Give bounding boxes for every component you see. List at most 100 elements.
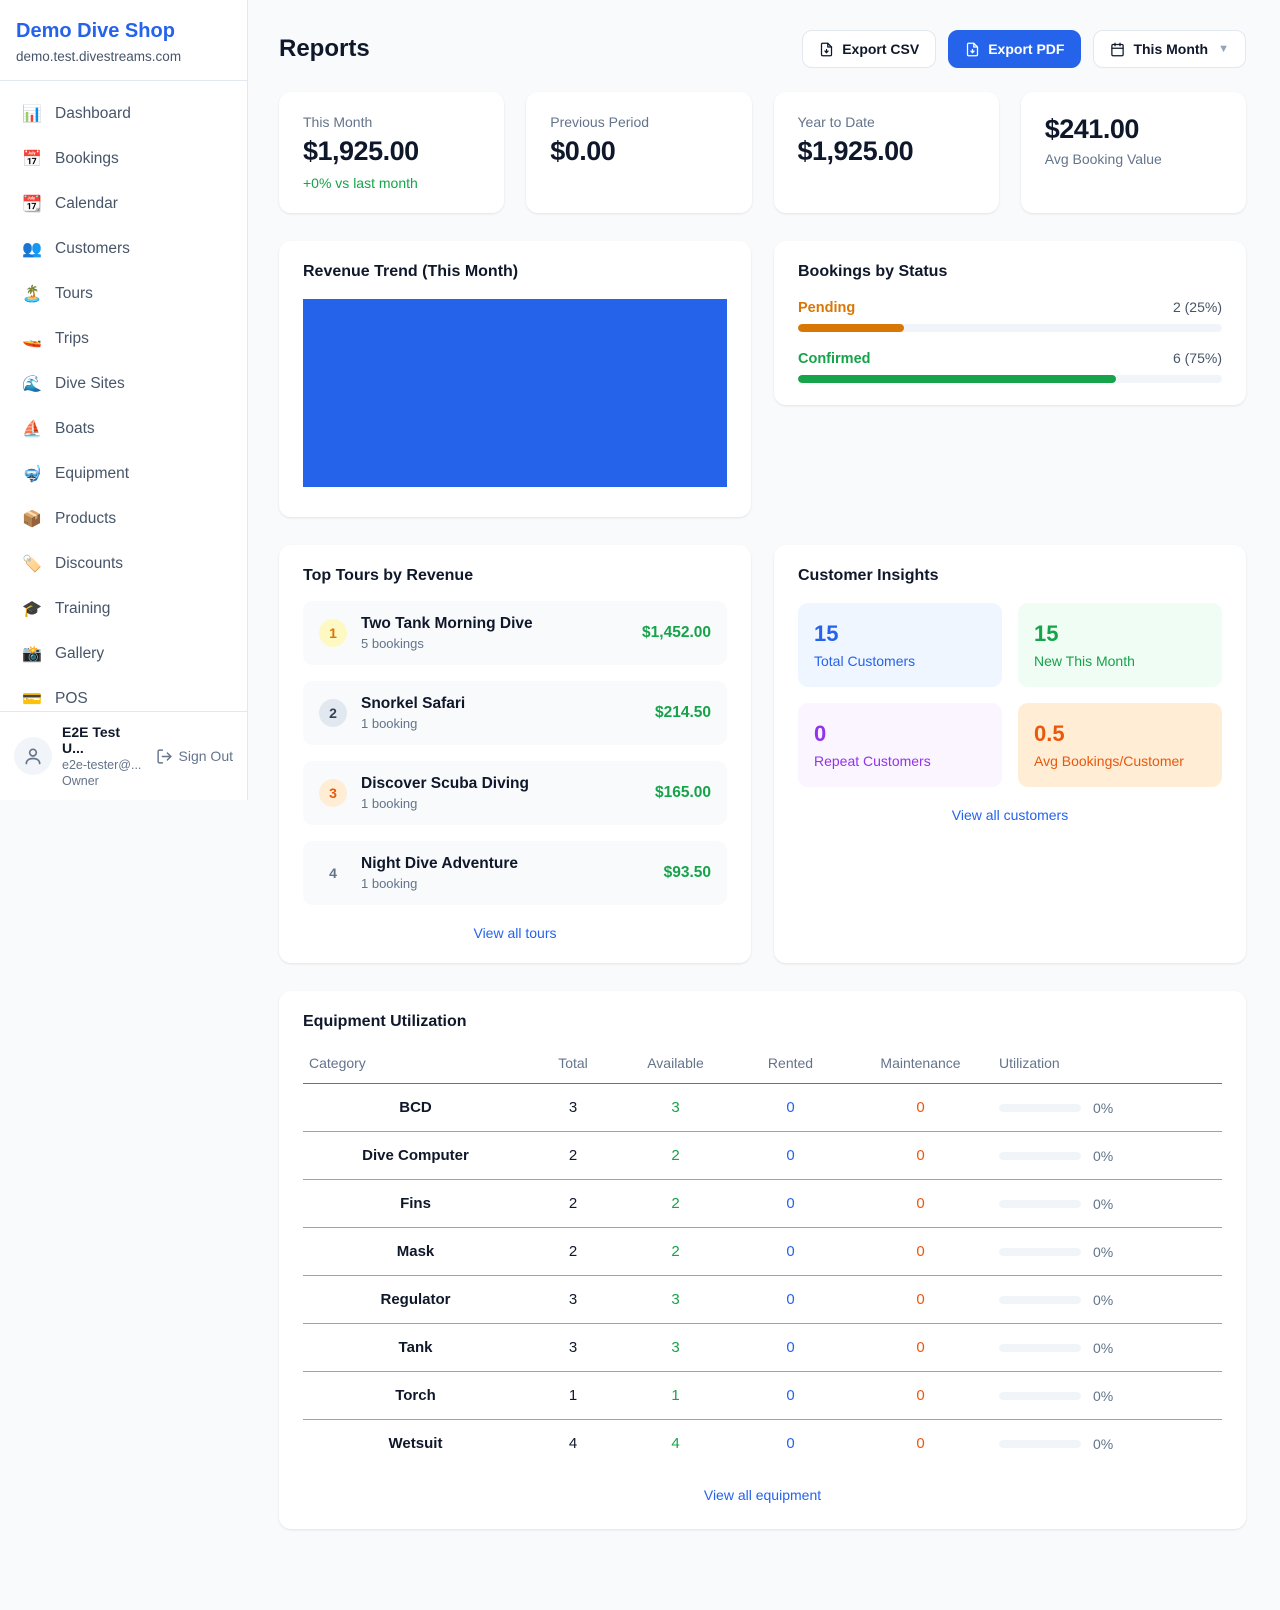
table-row: Fins 2 2 0 0 0%	[303, 1180, 1222, 1228]
utilization-bar-track	[999, 1392, 1081, 1400]
sidebar-item-customers[interactable]: 👥 Customers	[12, 230, 235, 268]
utilization-percent: 0%	[1093, 1244, 1113, 1260]
table-row: Torch 1 1 0 0 0%	[303, 1372, 1222, 1420]
sidebar-item-pos[interactable]: 💳 POS	[12, 680, 235, 711]
cell-category: Mask	[303, 1228, 528, 1276]
equipment-utilization-card: Equipment Utilization Category Total Ava…	[279, 991, 1246, 1529]
sidebar-item-gallery[interactable]: 📸 Gallery	[12, 635, 235, 673]
export-csv-button[interactable]: Export CSV	[802, 30, 936, 68]
tour-row: 3 Discover Scuba Diving 1 booking $165.0…	[303, 761, 727, 825]
col-available: Available	[618, 1047, 733, 1084]
bookings-by-status-card: Bookings by Status Pending 2 (25%) Confi…	[774, 241, 1246, 405]
sidebar-item-trips[interactable]: 🚤 Trips	[12, 320, 235, 358]
cell-rented: 0	[733, 1180, 848, 1228]
shop-domain: demo.test.divestreams.com	[16, 49, 231, 64]
sidebar-item-dashboard[interactable]: 📊 Dashboard	[12, 95, 235, 133]
wave-icon: 🌊	[22, 374, 42, 394]
sidebar-item-label: Tours	[55, 285, 93, 303]
utilization-bar-track	[999, 1200, 1081, 1208]
insight-value: 0	[814, 721, 986, 747]
cell-rented: 0	[733, 1420, 848, 1468]
calendar-outline-icon	[1110, 42, 1125, 57]
insight-value: 15	[814, 621, 986, 647]
stat-card-previous-period: Previous Period $0.00	[526, 92, 751, 213]
sidebar-item-equipment[interactable]: 🤿 Equipment	[12, 455, 235, 493]
stat-card-this-month: This Month $1,925.00 +0% vs last month	[279, 92, 504, 213]
cell-total: 2	[528, 1132, 618, 1180]
cell-maintenance: 0	[848, 1372, 993, 1420]
user-role: Owner	[62, 774, 146, 788]
insight-value: 15	[1034, 621, 1206, 647]
view-all-tours-link[interactable]: View all tours	[303, 925, 727, 941]
sidebar-item-label: Dashboard	[55, 105, 131, 123]
chevron-down-icon: ▼	[1218, 43, 1229, 55]
sidebar-item-discounts[interactable]: 🏷️ Discounts	[12, 545, 235, 583]
cell-category: Wetsuit	[303, 1420, 528, 1468]
insight-label: Repeat Customers	[814, 753, 986, 769]
stat-label: Avg Booking Value	[1045, 151, 1222, 167]
sidebar-item-tours[interactable]: 🏝️ Tours	[12, 275, 235, 313]
customer-insights-card: Customer Insights 15 Total Customers 15 …	[774, 545, 1246, 963]
view-all-equipment-link[interactable]: View all equipment	[303, 1487, 1222, 1503]
period-dropdown[interactable]: This Month ▼	[1093, 30, 1246, 68]
cell-total: 3	[528, 1324, 618, 1372]
status-bar-track	[798, 375, 1222, 383]
page-title: Reports	[279, 35, 370, 63]
insight-repeat-customers: 0 Repeat Customers	[798, 703, 1002, 787]
status-bar-fill-pending	[798, 324, 904, 332]
bookings-by-status-title: Bookings by Status	[798, 263, 1222, 281]
table-row: Tank 3 3 0 0 0%	[303, 1324, 1222, 1372]
view-all-customers-link[interactable]: View all customers	[798, 807, 1222, 823]
sidebar-item-training[interactable]: 🎓 Training	[12, 590, 235, 628]
cell-utilization: 0%	[993, 1420, 1222, 1468]
cell-rented: 0	[733, 1084, 848, 1132]
tour-bookings: 5 bookings	[361, 636, 628, 651]
tour-bookings: 1 booking	[361, 796, 641, 811]
sidebar-item-bookings[interactable]: 📅 Bookings	[12, 140, 235, 178]
bookings-calendar-icon: 📅	[22, 149, 42, 169]
insight-label: Avg Bookings/Customer	[1034, 753, 1206, 769]
sidebar-item-boats[interactable]: ⛵ Boats	[12, 410, 235, 448]
status-count-confirmed: 6 (75%)	[1173, 350, 1222, 366]
period-label: This Month	[1133, 41, 1208, 57]
utilization-percent: 0%	[1093, 1292, 1113, 1308]
credit-card-icon: 💳	[22, 689, 42, 709]
revenue-trend-chart	[303, 299, 727, 487]
revenue-trend-card: Revenue Trend (This Month)	[279, 241, 751, 517]
cell-maintenance: 0	[848, 1084, 993, 1132]
tag-icon: 🏷️	[22, 554, 42, 574]
col-maintenance: Maintenance	[848, 1047, 993, 1084]
tour-name: Discover Scuba Diving	[361, 775, 641, 793]
utilization-percent: 0%	[1093, 1148, 1113, 1164]
sign-out-button[interactable]: Sign Out	[156, 748, 233, 765]
top-tours-title: Top Tours by Revenue	[303, 567, 727, 585]
tour-name: Night Dive Adventure	[361, 855, 650, 873]
sidebar-item-calendar[interactable]: 📆 Calendar	[12, 185, 235, 223]
status-confirmed: Confirmed 6 (75%)	[798, 350, 1222, 383]
tour-revenue: $93.50	[664, 864, 711, 882]
utilization-percent: 0%	[1093, 1340, 1113, 1356]
cell-maintenance: 0	[848, 1228, 993, 1276]
table-row: Wetsuit 4 4 0 0 0%	[303, 1420, 1222, 1468]
rank-badge: 3	[319, 779, 347, 807]
utilization-bar-track	[999, 1248, 1081, 1256]
calendar-icon: 📆	[22, 194, 42, 214]
status-label-confirmed: Confirmed	[798, 351, 871, 367]
utilization-percent: 0%	[1093, 1100, 1113, 1116]
sidebar-item-products[interactable]: 📦 Products	[12, 500, 235, 538]
cell-category: BCD	[303, 1084, 528, 1132]
cell-utilization: 0%	[993, 1132, 1222, 1180]
tour-name: Two Tank Morning Dive	[361, 615, 628, 633]
stat-label: Year to Date	[798, 114, 975, 130]
insight-avg-bookings: 0.5 Avg Bookings/Customer	[1018, 703, 1222, 787]
cell-utilization: 0%	[993, 1180, 1222, 1228]
user-icon	[23, 746, 43, 766]
sidebar-item-dive-sites[interactable]: 🌊 Dive Sites	[12, 365, 235, 403]
stat-card-year-to-date: Year to Date $1,925.00	[774, 92, 999, 213]
cell-total: 3	[528, 1276, 618, 1324]
rank-badge: 2	[319, 699, 347, 727]
cell-available: 3	[618, 1324, 733, 1372]
sidebar-item-label: Gallery	[55, 645, 104, 663]
sidebar-item-label: Trips	[55, 330, 89, 348]
export-pdf-button[interactable]: Export PDF	[948, 30, 1081, 68]
